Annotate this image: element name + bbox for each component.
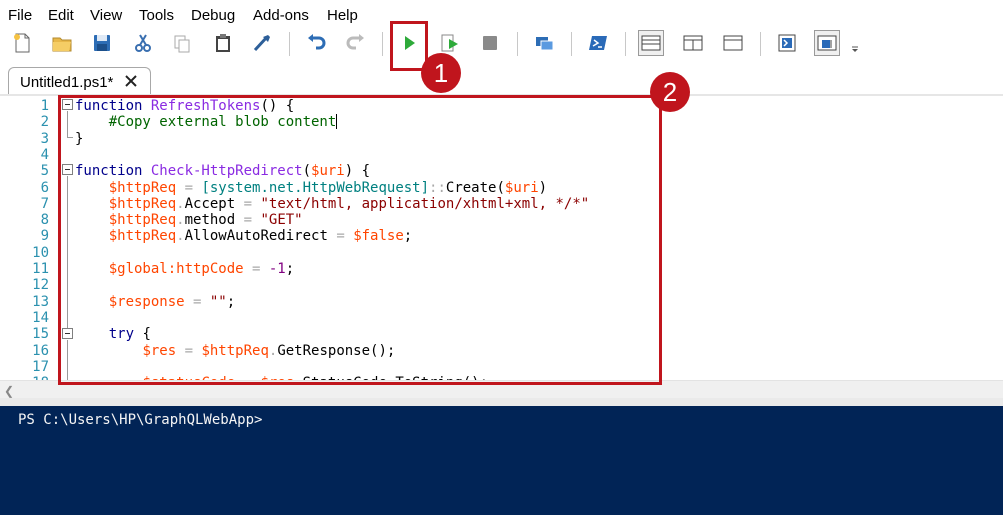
layout-top-icon xyxy=(641,35,661,51)
menu-tools[interactable]: Tools xyxy=(139,7,174,24)
line-number: 10 xyxy=(32,244,49,261)
save-icon xyxy=(94,35,110,51)
menu-debug[interactable]: Debug xyxy=(191,7,235,24)
new-file-icon xyxy=(14,33,30,53)
line-number: 14 xyxy=(32,309,49,326)
menu-edit[interactable]: Edit xyxy=(48,7,74,24)
line-number: 2 xyxy=(40,114,49,131)
tab-untitled1[interactable]: Untitled1.ps1* xyxy=(8,67,151,95)
console-prompt: PS C:\Users\HP\GraphQLWebApp> xyxy=(18,412,263,428)
line-number: 1 xyxy=(40,98,49,114)
copy-button[interactable] xyxy=(169,30,195,56)
pane-splitter[interactable] xyxy=(0,398,1003,406)
line-number: 7 xyxy=(40,195,49,212)
line-number: 4 xyxy=(40,146,49,163)
annotation-box-editor xyxy=(58,95,662,385)
save-script-button[interactable] xyxy=(89,30,115,56)
line-number: 17 xyxy=(32,358,49,375)
show-script-pane-maximized-button[interactable] xyxy=(720,30,746,56)
start-powershell-button[interactable] xyxy=(585,30,611,56)
line-number: 8 xyxy=(40,212,49,229)
menu-bar: File Edit View Tools Debug Add-ons Help xyxy=(0,0,1003,28)
toolbar xyxy=(0,28,1003,60)
command-window-icon xyxy=(778,34,796,52)
new-script-button[interactable] xyxy=(9,30,35,56)
clipboard-icon xyxy=(216,34,230,52)
line-number: 5 xyxy=(40,163,49,180)
new-remote-tab-button[interactable] xyxy=(531,30,557,56)
tab-strip: Untitled1.ps1* xyxy=(0,64,1003,96)
toolbar-separator xyxy=(289,32,290,56)
redo-button[interactable] xyxy=(343,30,369,56)
toolbar-separator xyxy=(571,32,572,56)
line-number: 6 xyxy=(40,179,49,196)
line-number: 13 xyxy=(32,293,49,310)
layout-right-icon xyxy=(683,35,703,51)
show-script-pane-right-button[interactable] xyxy=(680,30,706,56)
line-number-gutter: 123456789101112131415161718 xyxy=(0,96,56,380)
line-number: 3 xyxy=(40,130,49,147)
toolbar-separator xyxy=(625,32,626,56)
remote-icon xyxy=(536,37,554,51)
menu-file[interactable]: File xyxy=(8,7,32,24)
layout-max-icon xyxy=(723,35,743,51)
menu-add-ons[interactable]: Add-ons xyxy=(253,7,309,24)
command-addon-icon xyxy=(817,35,837,51)
paste-button[interactable] xyxy=(210,30,236,56)
line-number: 11 xyxy=(32,261,49,277)
clear-console-button[interactable] xyxy=(249,30,275,56)
stop-operation-button[interactable] xyxy=(477,30,503,56)
console-pane[interactable]: PS C:\Users\HP\GraphQLWebApp> xyxy=(0,406,1003,515)
copy-icon xyxy=(174,35,190,53)
tab-label: Untitled1.ps1* xyxy=(20,74,114,91)
stop-icon xyxy=(483,36,497,50)
annotation-badge-2: 2 xyxy=(650,72,690,112)
line-number: 9 xyxy=(40,228,49,245)
open-script-button[interactable] xyxy=(49,30,75,56)
show-script-pane-top-button[interactable] xyxy=(638,30,664,56)
toolbar-separator xyxy=(517,32,518,56)
scissors-icon xyxy=(135,34,151,52)
run-selection-icon xyxy=(441,34,458,52)
brush-icon xyxy=(253,35,270,52)
scroll-left-icon[interactable]: ❮ xyxy=(4,384,14,398)
show-command-addon-button[interactable] xyxy=(814,30,840,56)
show-command-window-button[interactable] xyxy=(774,30,800,56)
annotation-badge-1: 1 xyxy=(421,53,461,93)
undo-icon xyxy=(308,34,326,50)
undo-button[interactable] xyxy=(303,30,329,56)
line-number: 15 xyxy=(32,326,49,343)
close-icon[interactable] xyxy=(123,73,139,89)
cut-button[interactable] xyxy=(130,30,156,56)
menu-help[interactable]: Help xyxy=(327,7,358,24)
line-number: 12 xyxy=(32,277,49,294)
toolbar-separator xyxy=(382,32,383,56)
menu-view[interactable]: View xyxy=(90,7,122,24)
overflow-chevron-icon[interactable] xyxy=(849,42,861,54)
line-number: 16 xyxy=(32,342,49,359)
powershell-icon xyxy=(589,36,607,50)
open-folder-icon xyxy=(52,37,72,52)
redo-icon xyxy=(346,34,364,50)
toolbar-separator xyxy=(760,32,761,56)
